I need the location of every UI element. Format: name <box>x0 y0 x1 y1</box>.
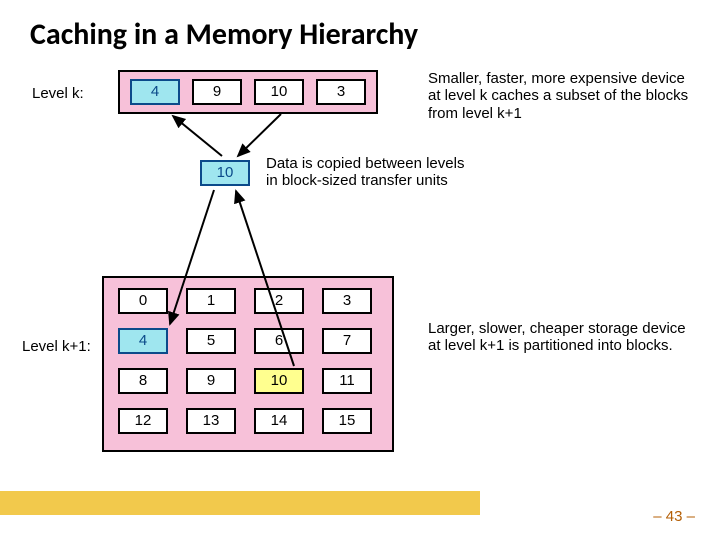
level-k1-cell: 7 <box>322 328 372 354</box>
footer-band <box>0 491 480 515</box>
transfer-cell: 10 <box>200 160 250 186</box>
level-k1-label: Level k+1: <box>22 338 91 355</box>
level-k1-cell: 1 <box>186 288 236 314</box>
level-k1-cell: 4 <box>118 328 168 354</box>
level-k1-cell: 11 <box>322 368 372 394</box>
level-k1-cell: 3 <box>322 288 372 314</box>
level-k1-cell: 6 <box>254 328 304 354</box>
level-k1-cell: 8 <box>118 368 168 394</box>
level-k-cell: 9 <box>192 79 242 105</box>
level-k1-cell: 12 <box>118 408 168 434</box>
level-k1-cell: 14 <box>254 408 304 434</box>
level-k-cell: 3 <box>316 79 366 105</box>
level-k-label: Level k: <box>32 85 84 102</box>
slide-title: Caching in a Memory Hierarchy <box>30 16 418 53</box>
level-k1-cell: 10 <box>254 368 304 394</box>
level-k1-cell: 13 <box>186 408 236 434</box>
level-k1-cell: 15 <box>322 408 372 434</box>
level-k1-description: Larger, slower, cheaper storage device a… <box>428 320 698 355</box>
level-k-description: Smaller, faster, more expensive device a… <box>428 70 698 122</box>
level-k1-cell: 9 <box>186 368 236 394</box>
level-k1-cell: 2 <box>254 288 304 314</box>
page-number: – 43 – <box>653 508 695 525</box>
level-k1-cell: 0 <box>118 288 168 314</box>
level-k-cell: 4 <box>130 79 180 105</box>
level-k1-cell: 5 <box>186 328 236 354</box>
transfer-description: Data is copied between levels in block-s… <box>266 155 466 190</box>
level-k-cell: 10 <box>254 79 304 105</box>
